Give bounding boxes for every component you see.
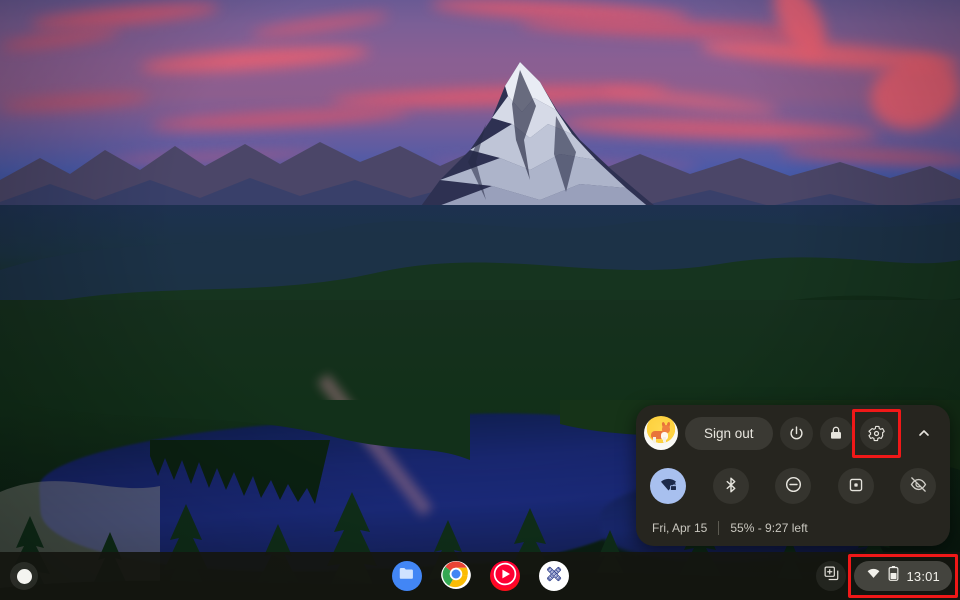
date-label: Fri, Apr 15: [652, 521, 708, 535]
do-not-disturb-icon: [784, 475, 803, 497]
power-icon: [788, 425, 805, 442]
quick-settings-panel: Sign out Fri, Apr 15 55% - 9:27 left: [636, 405, 950, 546]
lock-icon: [828, 425, 844, 441]
desk-stack-plus-icon: [823, 565, 840, 587]
shelf-status-area: 13:01: [816, 554, 958, 598]
folder-icon: [397, 564, 416, 588]
wifi-locked-icon: [659, 475, 678, 497]
wifi-icon: [866, 566, 881, 586]
wifi-toggle[interactable]: [650, 468, 686, 504]
battery-status-label: 55% - 9:27 left: [730, 521, 808, 535]
chrome-app[interactable]: [440, 561, 471, 591]
settings-button-wrapper: [851, 408, 901, 458]
status-tray-wrapper: 13:01: [848, 554, 958, 598]
sign-out-button[interactable]: Sign out: [685, 416, 773, 450]
status-tray[interactable]: 13:01: [854, 561, 952, 591]
quick-settings-toggles-row: [636, 462, 950, 510]
footer-divider: [718, 521, 720, 535]
shelf: 13:01: [0, 552, 960, 600]
do-not-disturb-toggle[interactable]: [775, 468, 811, 504]
status-clock: 13:01: [906, 568, 940, 584]
files-app[interactable]: [391, 561, 422, 591]
settings-button[interactable]: [859, 416, 893, 450]
power-button[interactable]: [779, 416, 813, 450]
screen-capture-toggle[interactable]: [837, 468, 874, 504]
youtube-music-app[interactable]: [489, 561, 520, 591]
chromeos-desktop: Sign out Fri, Apr 15 55% - 9:27 left 13:…: [0, 0, 960, 600]
bluetooth-icon: [722, 476, 740, 497]
bluetooth-toggle[interactable]: [712, 468, 749, 504]
night-light-toggle[interactable]: [900, 468, 936, 504]
youtube-music-icon: [490, 561, 520, 591]
gear-icon: [868, 425, 885, 442]
canvas-app[interactable]: [538, 561, 569, 591]
chevron-up-icon: [916, 425, 932, 441]
screen-capture-icon: [847, 476, 865, 497]
collapse-button[interactable]: [907, 417, 940, 450]
quick-settings-footer: Fri, Apr 15 55% - 9:27 left: [636, 510, 950, 546]
quick-settings-top-row: Sign out: [636, 405, 950, 461]
lock-button[interactable]: [819, 416, 853, 450]
battery-icon: [888, 566, 899, 586]
new-desk-button[interactable]: [816, 561, 847, 591]
chrome-icon: [440, 561, 471, 591]
eye-off-icon: [909, 475, 928, 497]
pencil-cross-icon: [543, 563, 565, 590]
avatar[interactable]: [644, 416, 678, 450]
